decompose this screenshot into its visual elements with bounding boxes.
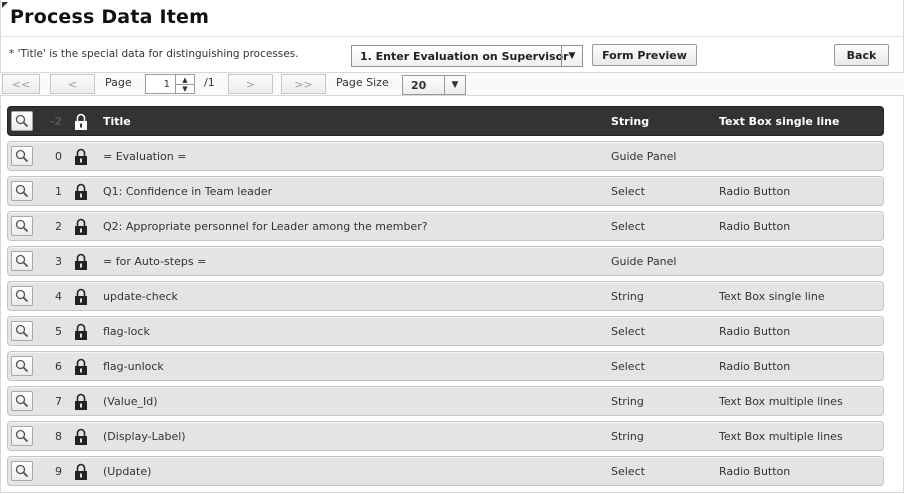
item-title: (Value_Id) [103, 395, 158, 408]
table-row[interactable]: 8 (Display-Label) String Text Box multiple … [7, 421, 884, 451]
table-row[interactable]: 7 (Value_Id) String Text Box multiple lines [7, 386, 884, 416]
row-index: 2 [55, 220, 62, 233]
item-type: String [611, 395, 644, 408]
item-title: Q1: Confidence in Team leader [103, 185, 273, 198]
row-index: 3 [55, 255, 62, 268]
lock-icon[interactable] [74, 393, 88, 414]
page-title: Process Data Item [10, 6, 210, 28]
item-control: Radio Button [719, 220, 791, 233]
item-title: flag-unlock [103, 360, 164, 373]
title-column-header: Title [103, 115, 131, 128]
title-divider [0, 36, 904, 37]
evaluation-select-value: 1. Enter Evaluation on Supervisor [360, 50, 569, 63]
lock-icon[interactable] [74, 428, 88, 449]
search-icon[interactable] [11, 251, 33, 271]
total-pages: /1 [204, 76, 215, 89]
spin-down-icon[interactable]: ▼ [176, 84, 194, 93]
item-type: Select [611, 220, 645, 233]
evaluation-select[interactable]: 1. Enter Evaluation on Supervisor ▼ [351, 45, 583, 67]
lock-icon[interactable] [74, 323, 88, 344]
pager-bottom-rule [0, 95, 904, 96]
search-icon[interactable] [11, 286, 33, 306]
item-title: = Evaluation = [103, 150, 187, 163]
search-icon[interactable] [11, 216, 33, 236]
search-icon[interactable] [11, 146, 33, 166]
search-icon[interactable] [11, 321, 33, 341]
table-row[interactable]: 0 = Evaluation = Guide Panel [7, 141, 884, 171]
lock-icon[interactable] [74, 148, 88, 169]
first-page-button[interactable]: << [2, 74, 40, 94]
control-column-header: Text Box single line [719, 115, 840, 128]
table-row[interactable]: 5 flag-lock Select Radio Button [7, 316, 884, 346]
row-index: 1 [55, 185, 62, 198]
item-title: flag-lock [103, 325, 150, 338]
title-note: * 'Title' is the special data for distin… [9, 48, 299, 60]
search-icon[interactable] [11, 111, 33, 131]
lock-icon[interactable] [74, 253, 88, 274]
table-row[interactable]: 1 Q1: Confidence in Team leader Select Radi… [7, 176, 884, 206]
item-control: Radio Button [719, 185, 791, 198]
item-type: Select [611, 185, 645, 198]
chevron-down-icon[interactable]: ▼ [561, 46, 582, 66]
item-title: = for Auto-steps = [103, 255, 207, 268]
row-index: -2 [49, 115, 62, 128]
search-icon[interactable] [11, 461, 33, 481]
table-row[interactable]: 4 update-check String Text Box single line [7, 281, 884, 311]
table-header-row[interactable]: -2 Title String Text Box single line [7, 106, 884, 136]
item-title: update-check [103, 290, 178, 303]
search-icon[interactable] [11, 356, 33, 376]
item-type: Select [611, 360, 645, 373]
item-control: Radio Button [719, 465, 791, 478]
row-index: 0 [55, 150, 62, 163]
page-size-select[interactable]: 20 ▼ [402, 75, 466, 95]
page-number-input[interactable]: 1 ▲ ▼ [145, 74, 195, 94]
search-icon[interactable] [11, 391, 33, 411]
row-index: 4 [55, 290, 62, 303]
item-type: String [611, 290, 644, 303]
page-number-value: 1 [163, 79, 170, 90]
back-button[interactable]: Back [834, 44, 889, 66]
page-label: Page [105, 76, 132, 89]
corner-marker [2, 2, 8, 8]
search-icon[interactable] [11, 181, 33, 201]
item-control: Text Box multiple lines [719, 430, 843, 443]
page-size-label: Page Size [336, 76, 389, 89]
type-column-header: String [611, 115, 650, 128]
lock-icon[interactable] [74, 218, 88, 239]
form-preview-button[interactable]: Form Preview [592, 44, 697, 66]
table-row[interactable]: 2 Q2: Appropriate personnel for Leader am… [7, 211, 884, 241]
item-type: Select [611, 325, 645, 338]
row-index: 9 [55, 465, 62, 478]
item-control: Text Box multiple lines [719, 395, 843, 408]
row-index: 5 [55, 325, 62, 338]
item-control: Radio Button [719, 360, 791, 373]
row-index: 7 [55, 395, 62, 408]
item-type: Guide Panel [611, 150, 677, 163]
item-control: Text Box single line [719, 290, 825, 303]
lock-icon[interactable] [74, 113, 88, 134]
chevron-down-icon[interactable]: ▼ [444, 76, 465, 94]
last-page-button[interactable]: >> [281, 74, 326, 94]
lock-icon[interactable] [74, 463, 88, 484]
row-index: 6 [55, 360, 62, 373]
table-row[interactable]: 9 (Update) Select Radio Button [7, 456, 884, 486]
item-title: (Update) [103, 465, 152, 478]
item-title: (Display-Label) [103, 430, 186, 443]
item-control: Radio Button [719, 325, 791, 338]
prev-page-button[interactable]: < [50, 74, 95, 94]
next-page-button[interactable]: > [228, 74, 273, 94]
row-index: 8 [55, 430, 62, 443]
item-type: Select [611, 465, 645, 478]
page-size-value: 20 [411, 79, 427, 92]
lock-icon[interactable] [74, 358, 88, 379]
item-title: Q2: Appropriate personnel for Leader amo… [103, 220, 428, 233]
item-type: String [611, 430, 644, 443]
table-row[interactable]: 6 flag-unlock Select Radio Button [7, 351, 884, 381]
item-type: Guide Panel [611, 255, 677, 268]
search-icon[interactable] [11, 426, 33, 446]
lock-icon[interactable] [74, 288, 88, 309]
lock-icon[interactable] [74, 183, 88, 204]
page-stepper[interactable]: ▲ ▼ [175, 75, 194, 93]
table-row[interactable]: 3 = for Auto-steps = Guide Panel [7, 246, 884, 276]
